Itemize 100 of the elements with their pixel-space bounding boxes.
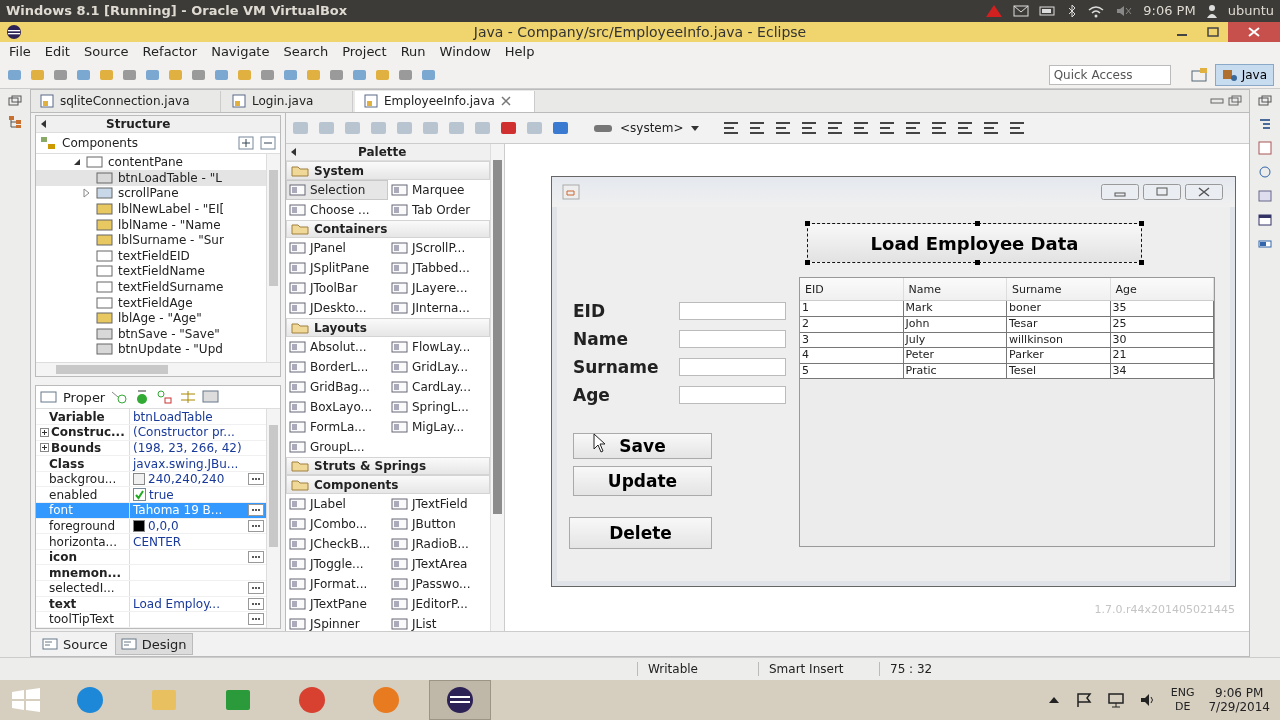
more-icon[interactable] [248,613,264,626]
property-row[interactable]: selectedI... [36,581,266,597]
resize-handle[interactable] [1139,221,1144,227]
palette-item[interactable]: JSpinner [286,613,388,632]
expand-icon[interactable] [40,443,49,453]
text-field[interactable] [679,358,786,377]
property-row[interactable]: Construc... (Constructor pr... [36,425,266,441]
taskbar-date[interactable]: 7/29/2014 [1208,700,1270,715]
property-row[interactable]: text Load Employ... [36,596,266,613]
collapse-arrow-icon[interactable] [290,147,298,158]
restore-icon[interactable] [8,95,22,108]
close-icon[interactable] [1185,184,1223,201]
view-tab[interactable]: Source [37,634,113,655]
more-icon[interactable] [248,582,264,595]
menu-item[interactable]: Project [335,44,394,60]
close-icon[interactable] [1228,21,1280,42]
speaker-muted-icon[interactable] [1115,3,1134,18]
text-field[interactable] [679,386,786,405]
form-button[interactable]: Update [573,466,712,497]
editor-tab[interactable]: sqliteConnection.java [31,90,221,112]
property-row[interactable]: backgrou... 240,240,240 [36,471,266,488]
mail-icon[interactable] [1013,4,1030,17]
palette-item[interactable]: JDeskto... [286,298,388,319]
more-icon[interactable] [248,597,264,610]
horizontal-scrollbar[interactable] [36,362,280,377]
user-name[interactable]: ubuntu [1227,3,1274,19]
tree-item[interactable]: lblSurname - "Sur [36,232,266,249]
palette-item[interactable]: JCombo... [286,513,388,534]
view-tab[interactable]: Design [114,633,193,656]
menu-item[interactable]: Help [497,44,542,60]
column-header[interactable]: Name [903,278,1007,301]
taskbar-time[interactable]: 9:06 PM [1215,686,1264,701]
menu-item[interactable]: Run [393,44,433,60]
vertical-scrollbar[interactable] [490,144,504,632]
resize-handle[interactable] [1139,260,1144,266]
tree-item[interactable]: btnLoadTable - "L [36,170,266,186]
user-icon[interactable] [1205,3,1218,18]
palette-item[interactable]: FormLa... [286,416,388,437]
palette-item[interactable]: JTextPane [286,593,388,614]
palette-item[interactable]: Marquee [388,179,490,200]
palette-item[interactable]: GridBag... [286,376,388,397]
up-arrow-icon[interactable] [1046,695,1061,706]
more-icon[interactable] [248,473,264,486]
menu-item[interactable]: Refactor [135,44,205,60]
wifi-icon[interactable] [1087,3,1106,18]
battery-icon[interactable] [1039,5,1058,16]
column-header[interactable]: Age [1110,278,1214,301]
tree-item[interactable]: lblAge - "Age" [36,310,266,326]
palette-item[interactable]: Tab Order [388,199,490,220]
menu-item[interactable]: File [2,44,38,60]
palette-item[interactable]: GridLay... [388,356,490,377]
menu-icon[interactable] [202,389,221,406]
menu-item[interactable]: Window [432,44,498,60]
tree-item[interactable]: textFieldSurname [36,279,266,295]
look-and-feel-dropdown[interactable]: <system> [584,121,708,136]
palette-category[interactable]: Containers [286,219,490,239]
menu-item[interactable]: Edit [37,44,77,60]
property-row[interactable]: icon [36,549,266,566]
palette-category[interactable]: Struts & Springs [286,456,490,476]
warning-icon[interactable] [985,3,1004,18]
property-row[interactable]: horizonta... CENTER [36,534,266,550]
network-icon[interactable] [1106,692,1125,709]
palette-item[interactable]: JToggle... [286,553,388,574]
vertical-scrollbar[interactable] [266,154,280,363]
quick-access-field[interactable]: Quick Access [1048,65,1171,86]
tree-item[interactable]: contentPane [36,154,266,171]
tree-item[interactable]: textFieldEID [36,248,266,264]
property-row[interactable]: foreground 0,0,0 [36,518,266,535]
palette-item[interactable]: BoxLayo... [286,396,388,417]
outline-icon[interactable] [1258,117,1272,132]
palette-item[interactable]: JPasswo... [388,573,490,594]
palette-category[interactable]: Components [286,475,490,494]
maximize-icon[interactable] [1143,184,1181,201]
resize-handle[interactable] [974,260,980,266]
checkbox[interactable] [133,488,146,502]
tree-item[interactable]: scrollPane [36,185,266,202]
menu-item[interactable]: Search [276,44,336,60]
palette-item[interactable]: JScrollP... [388,238,490,259]
palette-item[interactable]: JButton [388,513,490,534]
property-row[interactable]: Class javax.swing.JBu... [36,456,266,472]
resize-handle[interactable] [974,221,980,227]
tree-item[interactable]: lblNewLabel - "EI[ [36,201,266,217]
palette-item[interactable]: JTextField [388,493,490,514]
palette-item[interactable]: FlowLay... [388,336,490,357]
restore-icon[interactable] [1258,95,1272,108]
palette-item[interactable]: Choose ... [286,199,388,220]
collapse-all-icon[interactable] [260,136,276,151]
column-header[interactable]: EID [800,278,904,301]
palette-item[interactable]: Selection [286,179,388,200]
palette-item[interactable]: GroupL... [286,436,388,457]
vertical-scrollbar[interactable] [266,409,280,629]
palette-item[interactable]: JTextArea [388,553,490,574]
open-perspective-icon[interactable] [1189,67,1210,84]
menu-item[interactable]: Navigate [204,44,277,60]
more-icon[interactable] [248,504,264,517]
hierarchy-icon[interactable] [8,115,22,130]
collapse-arrow-icon[interactable] [40,119,48,130]
eclipse-app-icon[interactable] [430,681,490,720]
palette-category[interactable]: Layouts [286,318,490,337]
palette-item[interactable]: JRadioB... [388,533,490,554]
